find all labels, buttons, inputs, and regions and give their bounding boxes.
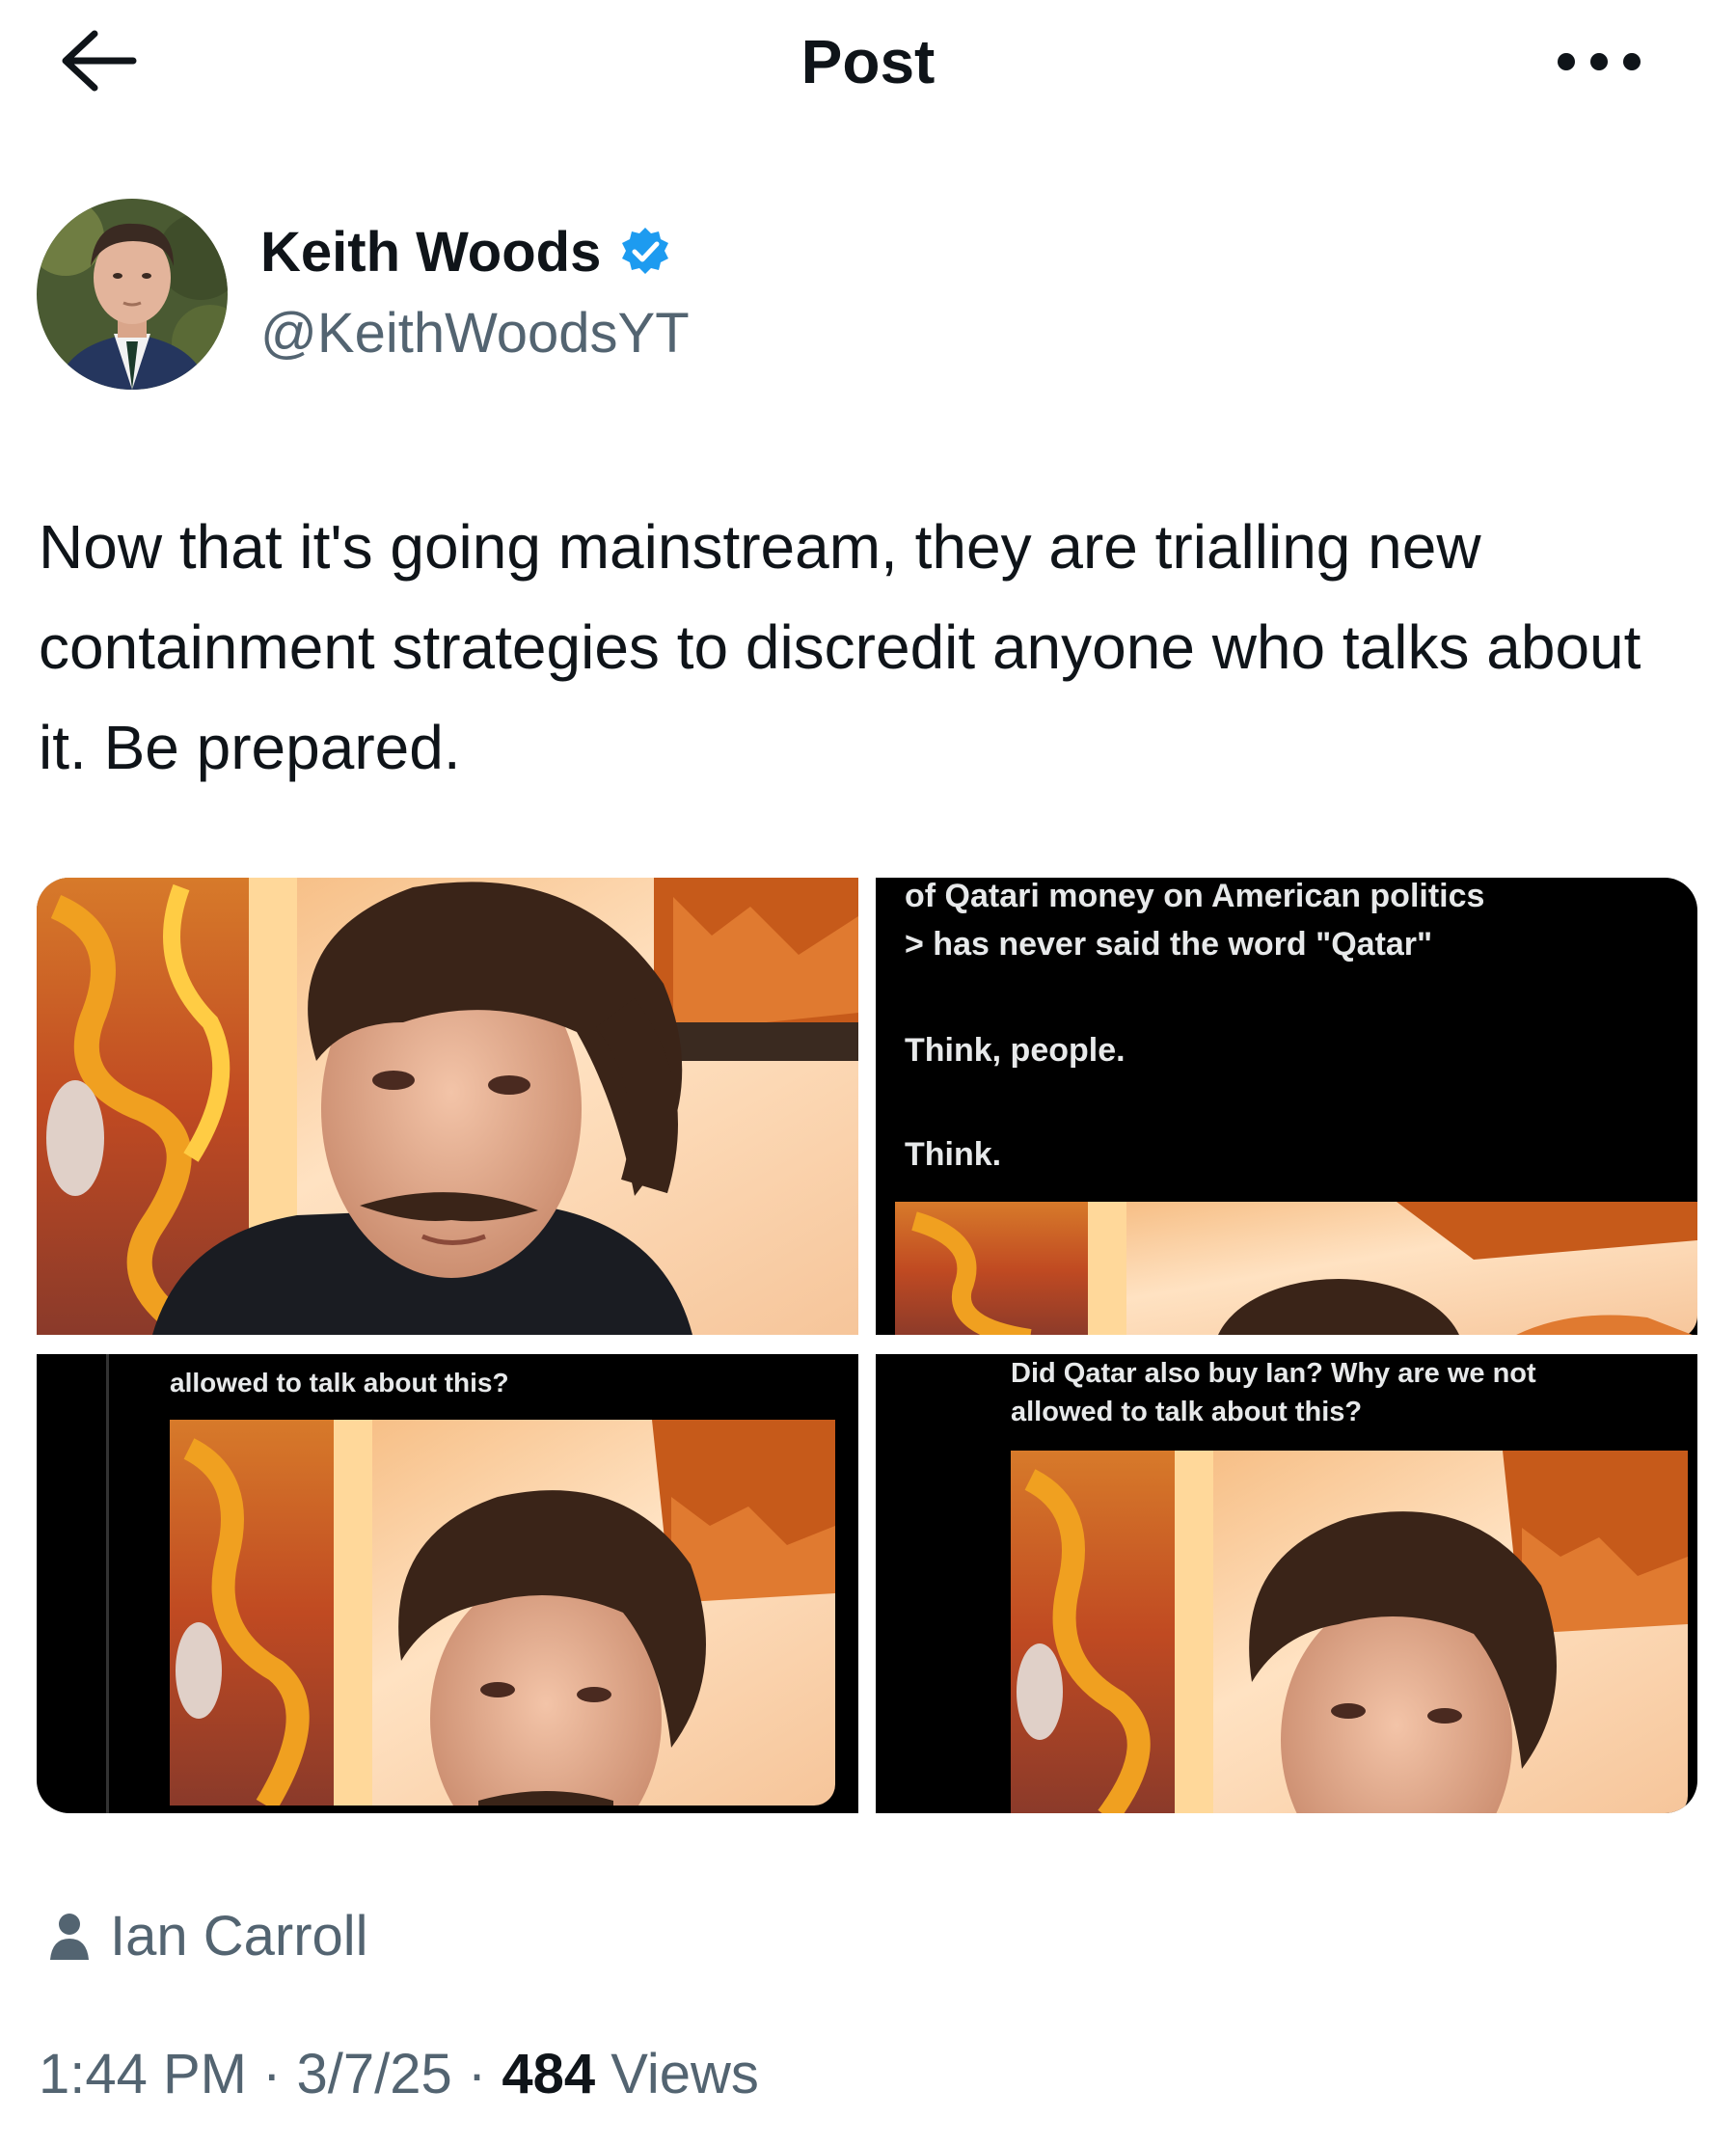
views-label: Views [595, 2043, 759, 2105]
video-still-1 [37, 878, 858, 1335]
image2-line2: > has never said the word "Qatar" [905, 926, 1433, 963]
author-handle[interactable]: @KeithWoodsYT [260, 301, 690, 367]
media-grid: of Qatari money on American politics > h… [37, 878, 1697, 1813]
author-name[interactable]: Keith Woods [260, 220, 672, 285]
image2-line3: Think, people. [905, 1032, 1126, 1069]
page-title: Post [800, 27, 936, 96]
more-options-button[interactable] [1541, 27, 1657, 95]
image2-line1: of Qatari money on American politics [905, 878, 1485, 914]
media-image-4[interactable]: Did Qatar also buy Ian? Why are we not a… [876, 1354, 1697, 1813]
ellipsis-icon [1558, 53, 1641, 70]
author-name-text: Keith Woods [260, 221, 602, 284]
post-time[interactable]: 1:44 PM [39, 2043, 247, 2105]
post-date[interactable]: 3/7/25 [297, 2043, 452, 2105]
media-image-3[interactable]: allowed to talk about this? [37, 1354, 858, 1813]
image2-line4: Think. [905, 1136, 1002, 1173]
media-image-2[interactable]: of Qatari money on American politics > h… [876, 878, 1697, 1335]
separator: · [247, 2043, 297, 2105]
avatar[interactable] [37, 199, 228, 390]
media-image-1[interactable] [37, 878, 858, 1335]
post-meta: 1:44 PM · 3/7/25 · 484 Views [39, 2043, 759, 2106]
video-still-4 [1011, 1451, 1688, 1813]
separator: · [451, 2043, 502, 2105]
tagged-user-name: Ian Carroll [110, 1905, 368, 1968]
views-count: 484 [502, 2043, 596, 2105]
tagged-user[interactable]: Ian Carroll [48, 1905, 368, 1969]
video-still-3 [170, 1420, 835, 1806]
person-icon [50, 1914, 89, 1960]
image4-line1: Did Qatar also buy Ian? Why are we not [1011, 1358, 1536, 1389]
verified-badge-icon [622, 228, 669, 274]
post-text: Now that it's going mainstream, they are… [39, 512, 1641, 782]
image3-caption: allowed to talk about this? [170, 1368, 509, 1398]
video-thumbnail-2 [895, 1202, 1697, 1335]
image4-line2: allowed to talk about this? [1011, 1397, 1363, 1427]
